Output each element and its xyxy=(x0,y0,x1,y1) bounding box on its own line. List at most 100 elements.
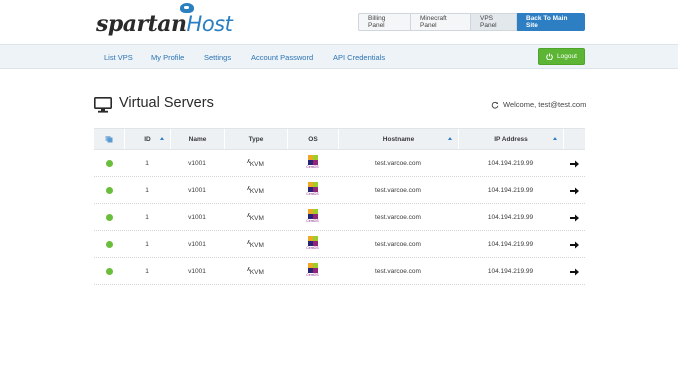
sort-asc-icon xyxy=(160,137,164,140)
hostname-cell: test.varcoe.com xyxy=(375,160,421,167)
manage-button[interactable] xyxy=(563,150,585,177)
ip-cell: 104.194.219.99 xyxy=(487,268,534,275)
status-cell xyxy=(94,204,124,231)
status-online-icon xyxy=(105,187,113,194)
ip-cell: 104.194.219.99 xyxy=(487,187,534,194)
nav-api-credentials[interactable]: API Credentials xyxy=(333,53,385,62)
centos-icon: CentOS xyxy=(305,181,321,200)
hostname-cell: test.varcoe.com xyxy=(375,268,421,275)
billing-panel-button[interactable]: Billing Panel xyxy=(358,13,411,31)
main-nav: List VPS My Profile Settings Account Pas… xyxy=(0,44,678,69)
vps-panel-button[interactable]: VPS Panel xyxy=(471,13,517,31)
name-cell: v1001 xyxy=(188,160,206,167)
type-label: KVM xyxy=(249,269,264,277)
os-cell: CentOS xyxy=(287,177,338,204)
table-row[interactable]: 1 v1001 ʎKVM CentOS test.varcoe.com 104.… xyxy=(94,204,585,231)
os-cell: CentOS xyxy=(287,204,338,231)
os-header[interactable]: OS xyxy=(287,129,338,149)
status-online-icon xyxy=(105,241,113,248)
table-row[interactable]: 1 v1001 ʎKVM CentOS test.varcoe.com 104.… xyxy=(94,258,585,285)
table-header: ID Name Type OS Hostname IP Address xyxy=(94,128,585,150)
vps-table: ID Name Type OS Hostname IP Address 1 v1… xyxy=(94,128,585,285)
type-cell: ʎKVM xyxy=(224,231,287,258)
panel-switcher: Billing Panel Minecraft Panel VPS Panel … xyxy=(358,13,585,31)
id-cell: 1 xyxy=(145,187,149,194)
manage-button[interactable] xyxy=(563,204,585,231)
ip-cell: 104.194.219.99 xyxy=(487,241,534,248)
power-icon xyxy=(546,53,553,60)
nav-list-vps[interactable]: List VPS xyxy=(104,53,133,62)
os-cell: CentOS xyxy=(287,231,338,258)
ip-cell: 104.194.219.99 xyxy=(487,214,534,221)
name-cell: v1001 xyxy=(188,241,206,248)
name-header[interactable]: Name xyxy=(170,129,224,149)
arrow-right-icon xyxy=(569,214,579,221)
status-online-icon xyxy=(105,160,113,167)
logout-label: Logout xyxy=(557,53,577,60)
arrow-right-icon xyxy=(569,187,579,194)
id-cell: 1 xyxy=(145,241,149,248)
type-label: KVM xyxy=(249,242,264,250)
minecraft-panel-button[interactable]: Minecraft Panel xyxy=(411,13,471,31)
hostname-cell: test.varcoe.com xyxy=(375,187,421,194)
arrow-right-icon xyxy=(569,268,579,275)
welcome-text: Welcome, test@test.com xyxy=(503,100,587,109)
manage-button[interactable] xyxy=(563,177,585,204)
status-cell xyxy=(94,150,124,177)
page-title: Virtual Servers xyxy=(119,95,214,111)
nav-settings[interactable]: Settings xyxy=(204,53,231,62)
nav-account-password[interactable]: Account Password xyxy=(251,53,313,62)
status-header[interactable] xyxy=(94,129,124,149)
ip-cell: 104.194.219.99 xyxy=(487,160,534,167)
name-cell: v1001 xyxy=(188,187,206,194)
servers-icon xyxy=(105,136,113,143)
arrow-right-icon xyxy=(569,160,579,167)
type-cell: ʎKVM xyxy=(224,258,287,285)
logo-mascot-icon xyxy=(180,3,194,13)
table-row[interactable]: 1 v1001 ʎKVM CentOS test.varcoe.com 104.… xyxy=(94,150,585,177)
arrow-right-icon xyxy=(569,241,579,248)
back-to-main-site-button[interactable]: Back To Main Site xyxy=(517,13,585,31)
ip-header[interactable]: IP Address xyxy=(458,129,563,149)
os-cell: CentOS xyxy=(287,150,338,177)
type-label: KVM xyxy=(249,188,264,196)
name-cell: v1001 xyxy=(188,214,206,221)
header: spartanHost Billing Panel Minecraft Pane… xyxy=(0,0,678,44)
id-cell: 1 xyxy=(145,268,149,275)
type-label: KVM xyxy=(249,161,264,169)
sort-asc-icon xyxy=(553,137,557,140)
hostname-header[interactable]: Hostname xyxy=(338,129,458,149)
id-header[interactable]: ID xyxy=(124,129,170,149)
centos-icon: CentOS xyxy=(305,235,321,254)
name-cell: v1001 xyxy=(188,268,206,275)
id-cell: 1 xyxy=(145,214,149,221)
table-row[interactable]: 1 v1001 ʎKVM CentOS test.varcoe.com 104.… xyxy=(94,177,585,204)
type-header[interactable]: Type xyxy=(224,129,287,149)
centos-icon: CentOS xyxy=(305,262,321,281)
os-cell: CentOS xyxy=(287,258,338,285)
status-cell xyxy=(94,177,124,204)
logo-text: spartanHost xyxy=(96,11,233,37)
hostname-cell: test.varcoe.com xyxy=(375,214,421,221)
hostname-cell: test.varcoe.com xyxy=(375,241,421,248)
type-cell: ʎKVM xyxy=(224,150,287,177)
logout-button[interactable]: Logout xyxy=(538,48,585,65)
manage-button[interactable] xyxy=(563,231,585,258)
status-online-icon xyxy=(105,268,113,275)
table-row[interactable]: 1 v1001 ʎKVM CentOS test.varcoe.com 104.… xyxy=(94,231,585,258)
spartanhost-logo[interactable]: spartanHost xyxy=(96,3,233,38)
manage-button[interactable] xyxy=(563,258,585,285)
status-cell xyxy=(94,258,124,285)
id-cell: 1 xyxy=(145,160,149,167)
type-label: KVM xyxy=(249,215,264,223)
action-header xyxy=(563,129,585,149)
refresh-icon[interactable] xyxy=(491,101,499,109)
centos-icon: CentOS xyxy=(305,154,321,173)
type-cell: ʎKVM xyxy=(224,177,287,204)
centos-icon: CentOS xyxy=(305,208,321,227)
nav-my-profile[interactable]: My Profile xyxy=(151,53,184,62)
welcome-area: Welcome, test@test.com xyxy=(491,100,586,109)
sort-asc-icon xyxy=(448,137,452,140)
monitor-icon xyxy=(94,97,112,113)
status-cell xyxy=(94,231,124,258)
